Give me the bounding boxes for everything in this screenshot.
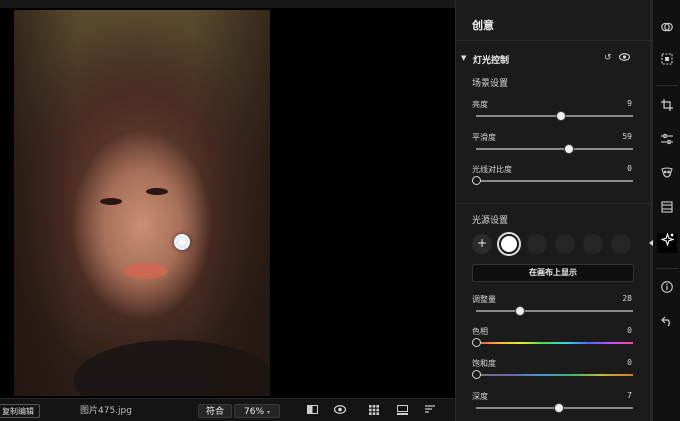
light-source-handle[interactable] <box>174 234 190 250</box>
light-source-settings-title: 光源设置 <box>472 216 509 226</box>
collapse-triangle-icon[interactable]: ▼ <box>461 54 466 62</box>
light-source-slot[interactable] <box>555 234 575 254</box>
slider-value[interactable]: 0 <box>627 164 632 173</box>
light-source-slot[interactable] <box>527 234 547 254</box>
slider-label: 饱和度 <box>472 359 496 368</box>
slider-label: 色相 <box>472 327 488 336</box>
creative-panel: 创意 ▼ 灯光控制 ↺ 场景设置 亮度 9 平滑度 59 光线对比度 0 光源设置 + 在… <box>455 0 651 421</box>
rail-divider <box>656 268 678 269</box>
light-source-slot[interactable] <box>583 234 603 254</box>
sort-icon[interactable] <box>424 405 436 416</box>
erase-icon[interactable] <box>657 200 677 220</box>
eye-icon[interactable] <box>333 405 347 416</box>
add-light-button[interactable]: + <box>472 234 492 254</box>
compare-icon[interactable] <box>306 405 318 416</box>
slider-thumb[interactable] <box>514 306 525 316</box>
slider-thumb[interactable] <box>554 403 565 413</box>
slider-label: 平滑度 <box>472 133 496 142</box>
filename-label: 图片475.jpg <box>80 406 132 416</box>
slider-value[interactable]: 0 <box>627 358 632 367</box>
image-canvas[interactable] <box>0 8 455 398</box>
panel-divider <box>456 40 651 41</box>
slider-thumb[interactable] <box>471 338 481 347</box>
layers-icon[interactable] <box>657 20 677 40</box>
slider-label: 深度 <box>472 392 488 401</box>
select-icon[interactable] <box>657 52 677 72</box>
tool-rail <box>649 0 680 421</box>
filmstrip-icon[interactable] <box>396 405 408 416</box>
chevron-down-icon: ▾ <box>266 409 270 416</box>
slider-value[interactable]: 0 <box>627 326 632 335</box>
slider-track[interactable] <box>476 403 633 413</box>
scene-settings-title: 场景设置 <box>472 79 509 89</box>
visibility-eye-icon[interactable] <box>618 53 631 64</box>
slider-value[interactable]: 9 <box>627 99 632 108</box>
reset-icon[interactable]: ↺ <box>604 53 612 63</box>
crop-icon[interactable] <box>657 98 677 118</box>
slider-track[interactable] <box>471 370 633 379</box>
slider-label: 亮度 <box>472 100 488 109</box>
panel-title: 创意 <box>472 19 494 32</box>
slider-label: 调整量 <box>472 295 496 304</box>
photo-hair-shade <box>14 10 270 396</box>
show-on-canvas-button[interactable]: 在画布上显示 <box>472 264 634 282</box>
slider-value[interactable]: 7 <box>627 391 632 400</box>
top-bar <box>0 0 455 8</box>
adjust-icon[interactable] <box>657 132 677 152</box>
light-source-slot[interactable] <box>611 234 631 254</box>
slider-value[interactable]: 59 <box>622 132 632 141</box>
light-source-swatch-selected[interactable] <box>499 234 519 254</box>
slider-track[interactable] <box>476 144 633 154</box>
undo-icon[interactable] <box>657 314 677 334</box>
photo-preview[interactable] <box>14 10 270 396</box>
active-indicator <box>649 240 653 246</box>
slider-thumb[interactable] <box>563 144 574 154</box>
rail-divider <box>656 85 678 86</box>
slider-thumb[interactable] <box>471 370 481 379</box>
slider-track[interactable] <box>476 111 633 121</box>
slider-track[interactable] <box>471 176 633 185</box>
creative-icon[interactable] <box>657 232 677 253</box>
info-icon[interactable] <box>657 280 677 300</box>
portrait-icon[interactable] <box>657 166 677 186</box>
copy-edits-button[interactable]: 复制编辑 <box>0 404 40 418</box>
zoom-dropdown[interactable]: 76% ▾ <box>234 404 280 418</box>
section-divider <box>456 203 651 204</box>
slider-track[interactable] <box>471 338 633 347</box>
fit-button[interactable]: 符合 <box>198 404 232 418</box>
slider-track[interactable] <box>476 306 633 316</box>
bottom-toolbar: 复制编辑 图片475.jpg 符合 76% ▾ <box>0 398 455 421</box>
grid-icon[interactable] <box>368 405 380 416</box>
slider-value[interactable]: 28 <box>622 294 632 303</box>
slider-thumb[interactable] <box>555 111 566 121</box>
slider-thumb[interactable] <box>471 176 481 185</box>
zoom-value: 76% <box>244 407 265 417</box>
slider-label: 光线对比度 <box>472 165 512 174</box>
light-control-section-header[interactable]: ▼ 灯光控制 ↺ <box>461 53 646 67</box>
section-title: 灯光控制 <box>473 56 510 66</box>
